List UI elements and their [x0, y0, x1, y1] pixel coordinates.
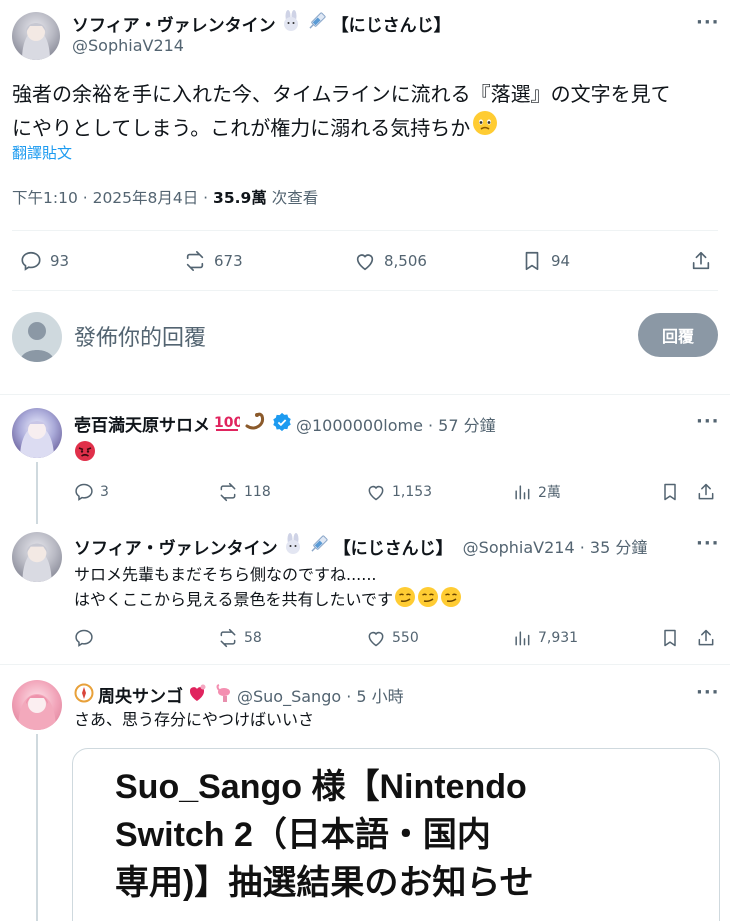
author-name-row: ソフィア・ヴァレンタイン 【にじさんじ】 — [72, 10, 451, 36]
reply-author-handle[interactable]: @1000000lome · 57 分鐘 — [296, 412, 496, 436]
reply-text: サロメ先輩もまだそちら側なのですね...... はやくここから見える景色を共有し… — [74, 564, 714, 614]
reply-action[interactable]: 3 — [74, 482, 109, 502]
view-label: 次查看 — [266, 189, 319, 207]
more-options-icon[interactable]: ··· — [696, 533, 720, 554]
affiliation-badge: 【にじさんじ】 — [331, 15, 451, 36]
more-options-icon[interactable]: ··· — [696, 411, 720, 432]
reply-submit-button[interactable]: 回覆 — [638, 313, 718, 357]
flamingo-icon — [213, 683, 233, 707]
like-action[interactable]: 1,153 — [366, 482, 432, 502]
affiliation-badge: 【にじさんじ】 — [333, 538, 453, 559]
salome-avatar[interactable] — [12, 408, 62, 458]
rabbit-icon — [280, 10, 302, 36]
bookmark-icon — [664, 629, 676, 647]
smirking-face-emoji — [417, 586, 439, 614]
angry-face-emoji — [74, 440, 96, 466]
bookmark-action[interactable] — [660, 482, 680, 502]
retweet-action[interactable]: 118 — [218, 482, 271, 502]
smirking-face-emoji — [440, 586, 462, 614]
retweet-action[interactable]: 673 — [184, 250, 243, 272]
reply-action[interactable]: 93 — [20, 250, 69, 272]
reply-icon — [75, 483, 93, 501]
views-action[interactable]: 7,931 — [512, 628, 578, 648]
attached-image-card[interactable]: Suo_Sango 様【Nintendo Switch 2（日本語・国内 専用)… — [72, 748, 720, 921]
bookmark-action[interactable] — [660, 628, 680, 648]
heart-icon — [368, 485, 384, 501]
card-line-2: Switch 2（日本語・国内 — [115, 816, 491, 854]
author-avatar[interactable] — [12, 12, 60, 60]
reply-compose-input[interactable]: 發佈你的回覆 — [74, 320, 206, 352]
tweet-text-line-2: にやりとしてしまう。これが権力に溺れる気持ちか — [12, 110, 722, 145]
reply-author-name[interactable]: 周央サンゴ — [98, 682, 183, 707]
reply-author-name[interactable]: ソフィア・ヴァレンタイン — [74, 534, 278, 559]
svg-text:100: 100 — [214, 415, 240, 431]
syringe-icon — [308, 533, 330, 559]
share-action[interactable] — [690, 250, 712, 272]
retweet-icon — [220, 482, 236, 502]
reply-header: 壱百満天原サロメ 100 @1000000lome · 57 分鐘 — [74, 411, 496, 436]
bookmark-action[interactable]: 94 — [521, 250, 570, 272]
heart-icon — [368, 631, 384, 647]
share-icon — [692, 251, 710, 270]
share-action[interactable] — [696, 628, 716, 648]
reply-author-name[interactable]: 壱百満天原サロメ — [74, 411, 210, 436]
more-options-icon[interactable]: ··· — [696, 12, 720, 33]
tweet-timestamp[interactable]: 下午1:10 · 2025年8月4日 · — [12, 189, 213, 207]
reply-icon — [21, 251, 41, 271]
divider — [12, 290, 718, 291]
reply-header: 周央サンゴ @Suo_Sango · 5 小時 — [74, 682, 404, 707]
retweet-action[interactable]: 58 — [218, 628, 262, 648]
author-handle[interactable]: @SophiaV214 — [72, 36, 184, 55]
verified-badge-icon — [272, 412, 292, 436]
face-holding-back-tears-emoji — [472, 110, 498, 145]
author-name[interactable]: ソフィア・ヴァレンタイン — [72, 11, 276, 36]
hundred-points-icon: 100 — [214, 412, 243, 436]
analytics-icon — [515, 631, 530, 646]
divider — [12, 230, 718, 231]
my-avatar[interactable] — [12, 312, 62, 362]
share-icon — [698, 483, 714, 500]
more-options-icon[interactable]: ··· — [696, 682, 720, 703]
reply-author-handle[interactable]: @Suo_Sango · 5 小時 — [237, 683, 404, 707]
tweet-meta: 下午1:10 · 2025年8月4日 · 35.9萬 次查看 — [12, 186, 318, 208]
scorpion-icon — [244, 412, 268, 436]
tweet-text: 強者の余裕を手に入れた今、タイムラインに流れる『落選』の文字を見て にやりとして… — [12, 78, 722, 145]
reply-action[interactable] — [74, 628, 100, 648]
card-line-1: Suo_Sango 様【Nintendo — [115, 768, 527, 806]
reply-header: ソフィア・ヴァレンタイン 【にじさんじ】 @SophiaV214 · 35 分鐘 — [74, 533, 647, 559]
retweet-icon — [186, 251, 204, 271]
thread-line — [36, 462, 38, 524]
author-avatar[interactable] — [12, 532, 62, 582]
bookmark-icon — [664, 483, 676, 501]
share-action[interactable] — [696, 482, 716, 502]
reply-icon — [75, 629, 93, 647]
tweet-text-line-1: 強者の余裕を手に入れた今、タイムラインに流れる『落選』の文字を見て — [12, 82, 671, 106]
syringe-icon — [306, 10, 328, 36]
like-action[interactable]: 8,506 — [354, 250, 427, 272]
share-icon — [698, 629, 714, 646]
thread-line — [36, 734, 38, 921]
divider — [0, 394, 730, 395]
heart-icon — [356, 254, 374, 271]
analytics-icon — [515, 485, 530, 500]
sango-avatar[interactable] — [12, 680, 62, 730]
heart-with-ribbon-icon — [187, 683, 209, 707]
reply-text: さあ、思う存分にやつけばいいさ — [74, 710, 315, 729]
views-action[interactable]: 2萬 — [512, 482, 561, 502]
rabbit-icon — [282, 533, 304, 559]
smirking-face-emoji — [394, 586, 416, 614]
like-action[interactable]: 550 — [366, 628, 419, 648]
view-count: 35.9萬 — [213, 189, 267, 207]
reply-author-handle[interactable]: @SophiaV214 · 35 分鐘 — [463, 534, 648, 558]
compass-icon — [74, 683, 94, 707]
divider — [0, 664, 730, 665]
retweet-icon — [220, 628, 236, 648]
translate-link[interactable]: 翻譯貼文 — [12, 142, 72, 163]
card-line-3: 専用)】抽選結果のお知らせ — [115, 864, 534, 902]
bookmark-icon — [525, 251, 539, 271]
